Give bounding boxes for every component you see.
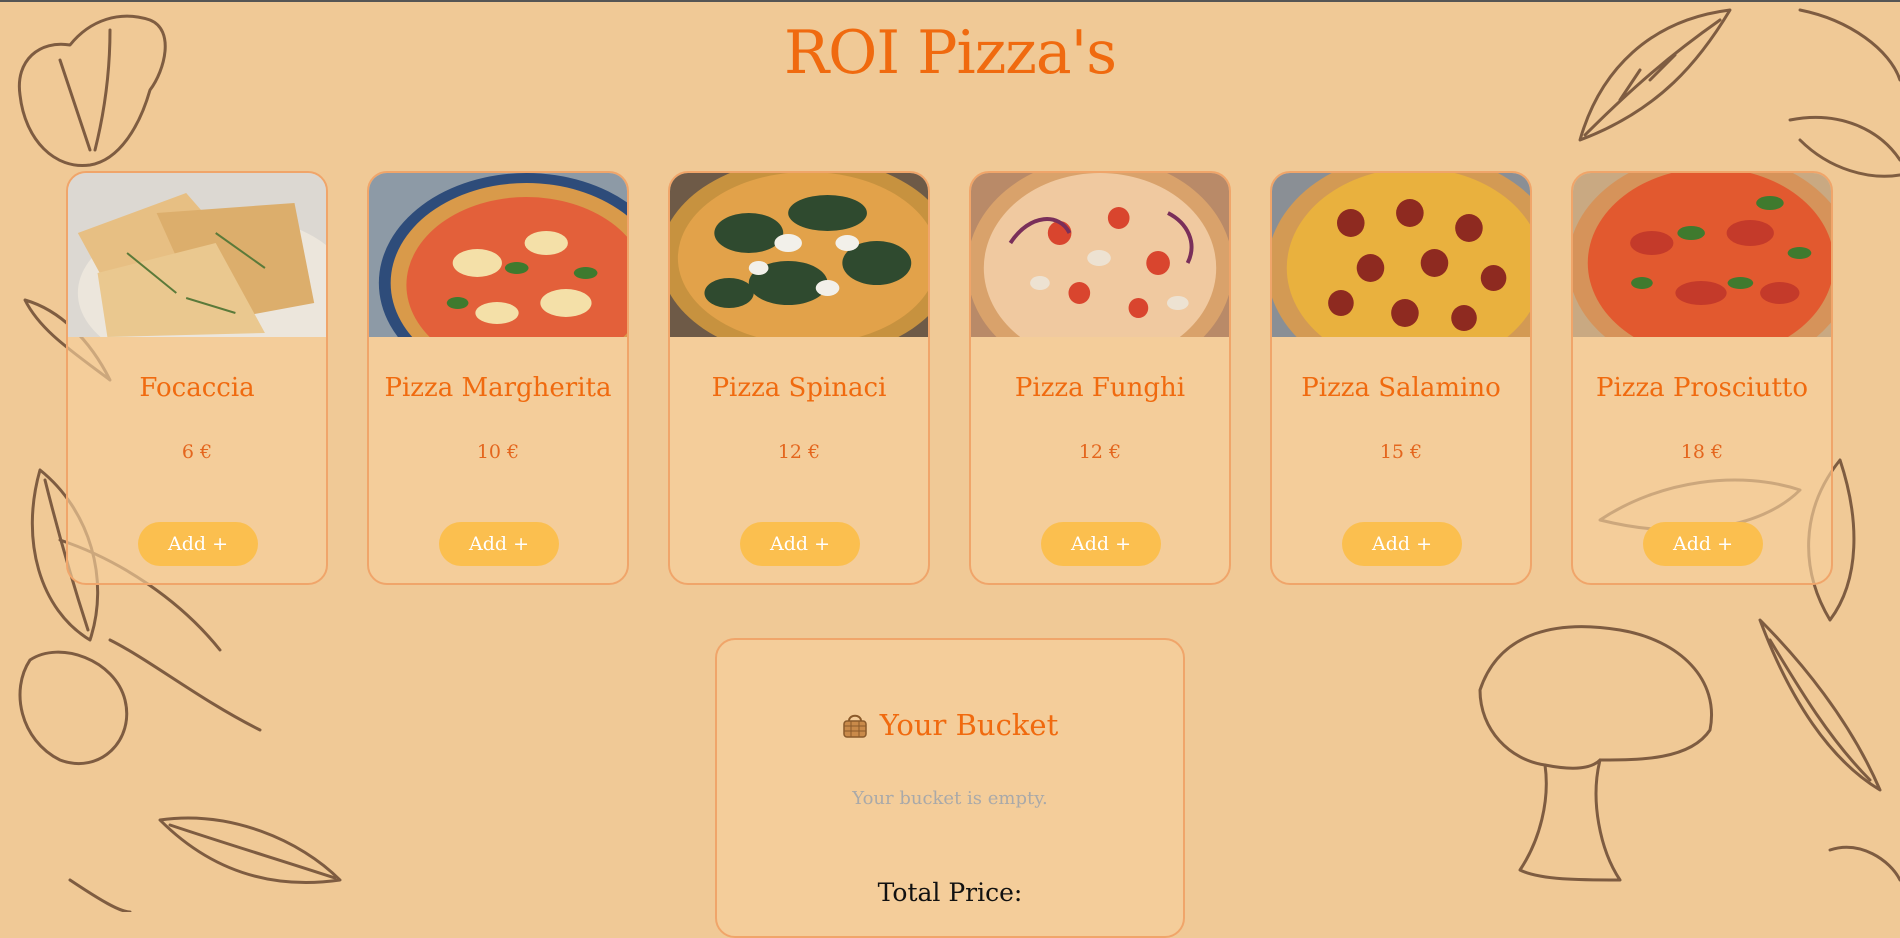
- bucket-empty-message: Your bucket is empty.: [852, 788, 1048, 809]
- product-name: Focaccia: [139, 373, 255, 403]
- add-prosciutto-button[interactable]: Add +: [1643, 522, 1763, 566]
- add-focaccia-button[interactable]: Add +: [138, 522, 258, 566]
- bucket-panel: Your Bucket Your bucket is empty. Total …: [715, 638, 1185, 938]
- pizza-salamino-image: [1272, 173, 1530, 337]
- pizza-prosciutto-image: [1573, 173, 1831, 337]
- total-price-label: Total Price:: [877, 878, 1023, 907]
- add-funghi-button[interactable]: Add +: [1041, 522, 1161, 566]
- window-top-border: [0, 0, 1900, 2]
- product-name: Pizza Salamino: [1301, 373, 1501, 403]
- pizza-spinaci-image: [670, 173, 928, 337]
- product-price: 6 €: [181, 441, 213, 463]
- focaccia-image: [68, 173, 326, 337]
- product-name: Pizza Spinaci: [711, 373, 887, 403]
- product-name: Pizza Funghi: [1014, 373, 1186, 403]
- product-name: Pizza Margherita: [384, 373, 612, 403]
- add-salamino-button[interactable]: Add +: [1342, 522, 1462, 566]
- product-price: 12 €: [1078, 441, 1122, 463]
- product-price: 12 €: [777, 441, 821, 463]
- product-card-funghi: Pizza Funghi 12 € Add +: [969, 171, 1231, 585]
- product-card-margherita: Pizza Margherita 10 € Add +: [367, 171, 629, 585]
- product-card-spinaci: Pizza Spinaci 12 € Add +: [668, 171, 930, 585]
- basket-icon: [843, 714, 867, 738]
- pizza-funghi-image: [971, 173, 1229, 337]
- product-card-prosciutto: Pizza Prosciutto 18 € Add +: [1571, 171, 1833, 585]
- bucket-title: Your Bucket: [879, 708, 1059, 742]
- product-price: 10 €: [476, 441, 520, 463]
- add-margherita-button[interactable]: Add +: [439, 522, 559, 566]
- product-price: 15 €: [1379, 441, 1423, 463]
- product-card-focaccia: Focaccia 6 € Add +: [66, 171, 328, 585]
- bucket-header: Your Bucket: [717, 708, 1183, 742]
- page-title: ROI Pizza's: [784, 18, 1117, 88]
- product-card-salamino: Pizza Salamino 15 € Add +: [1270, 171, 1532, 585]
- pizza-margherita-image: [369, 173, 627, 337]
- product-price: 18 €: [1680, 441, 1724, 463]
- add-spinaci-button[interactable]: Add +: [740, 522, 860, 566]
- product-name: Pizza Prosciutto: [1595, 373, 1809, 403]
